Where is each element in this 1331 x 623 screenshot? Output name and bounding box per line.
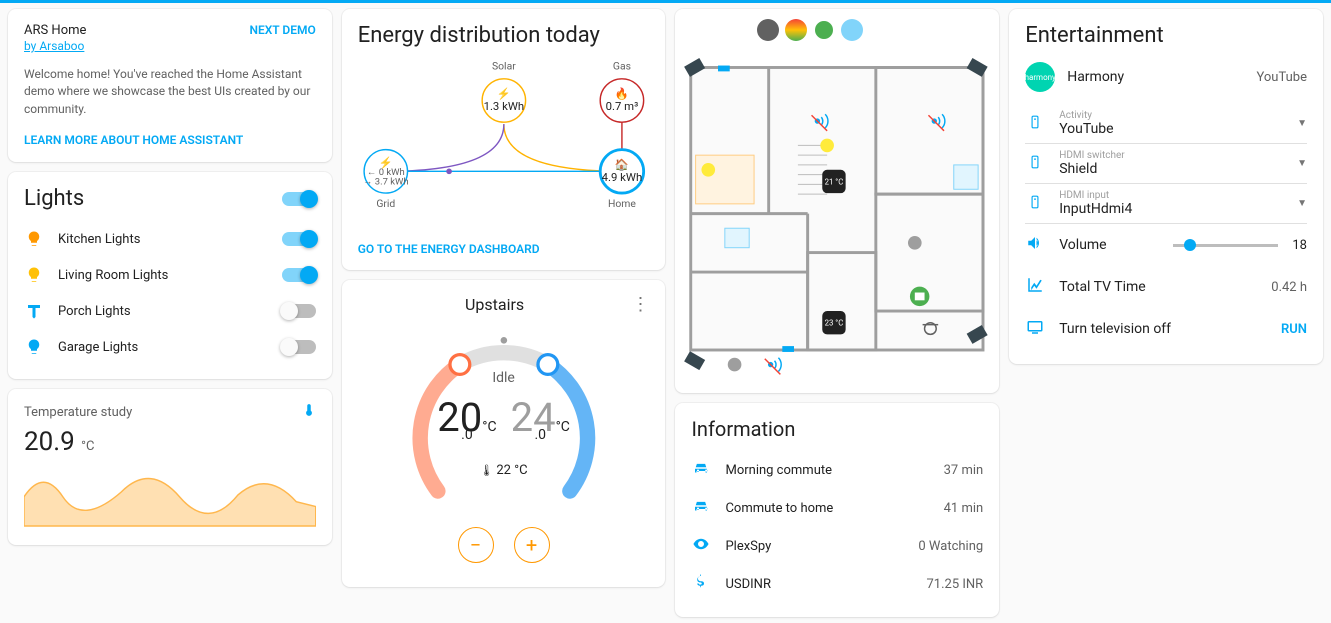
temp-unit: °C xyxy=(81,439,94,454)
volume-icon xyxy=(1025,234,1045,256)
temp-sparkline xyxy=(24,457,316,527)
thermostat-current: 22 °C xyxy=(358,463,650,478)
svg-text:23 °C: 23 °C xyxy=(825,319,844,328)
learn-more-link[interactable]: LEARN MORE ABOUT HOME ASSISTANT xyxy=(24,133,243,147)
thermostat-menu-button[interactable]: ⋮ xyxy=(631,294,649,315)
tv-time-row: Total TV Time 0.42 h xyxy=(1025,266,1307,308)
svg-text:→ 3.7 kWh: → 3.7 kWh xyxy=(363,177,409,188)
info-row: Commute to home 41 min xyxy=(691,489,983,527)
chevron-down-icon: ▼ xyxy=(1297,158,1307,169)
harmony-row[interactable]: harmony Harmony YouTube xyxy=(1025,62,1307,92)
select-activity[interactable]: Activity YouTube ▼ xyxy=(1025,104,1307,144)
light-row-porch: Porch Lights xyxy=(24,293,316,329)
eye-icon xyxy=(691,535,711,557)
lights-card: Lights Kitchen Lights Living Room Lights xyxy=(8,172,332,379)
energy-title: Energy distribution today xyxy=(358,23,650,48)
information-card: Information Morning commute 37 min Commu… xyxy=(675,403,999,617)
bulb-icon[interactable] xyxy=(24,301,44,321)
chevron-down-icon: ▼ xyxy=(1297,198,1307,209)
demo-author-link[interactable]: by Arsaboo xyxy=(24,39,84,53)
lights-master-toggle[interactable] xyxy=(282,192,316,206)
next-demo-button[interactable]: NEXT DEMO xyxy=(249,23,315,37)
lights-title: Lights xyxy=(24,186,84,211)
svg-text:Grid: Grid xyxy=(376,197,395,210)
thermostat-status: Idle xyxy=(358,370,650,386)
fp-nav-icon[interactable] xyxy=(757,19,779,41)
energy-dashboard-link[interactable]: GO TO THE ENERGY DASHBOARD xyxy=(358,242,650,256)
thermostat-card: Upstairs ⋮ Idle 20°C.0 24°C.0 xyxy=(342,280,666,587)
run-button[interactable]: RUN xyxy=(1281,322,1307,337)
temp-label: Temperature study xyxy=(24,405,132,420)
car-icon xyxy=(691,459,711,481)
svg-text:Home: Home xyxy=(608,197,636,210)
tv-off-row: Turn television off RUN xyxy=(1025,308,1307,350)
thermometer-icon xyxy=(302,403,316,421)
chevron-down-icon: ▼ xyxy=(1297,118,1307,129)
remote-icon xyxy=(1025,113,1045,135)
bulb-icon[interactable] xyxy=(24,265,44,285)
energy-card: Energy distribution today ⚡ 1.3 kWh Sola… xyxy=(342,9,666,270)
temperature-card[interactable]: Temperature study 20.9 °C xyxy=(8,389,332,545)
chart-icon xyxy=(1025,276,1045,298)
volume-row: Volume 18 xyxy=(1025,224,1307,266)
dollar-icon xyxy=(691,573,711,595)
info-title: Information xyxy=(691,417,983,441)
light-label: Porch Lights xyxy=(58,304,268,319)
select-hdmi-input[interactable]: HDMI input InputHdmi4 ▼ xyxy=(1025,184,1307,224)
info-row: PlexSpy 0 Watching xyxy=(691,527,983,565)
fp-nav-icon[interactable] xyxy=(785,19,807,41)
light-row-garage: Garage Lights xyxy=(24,329,316,365)
light-label: Garage Lights xyxy=(58,340,268,355)
entertainment-title: Entertainment xyxy=(1025,23,1307,48)
entertainment-card: Entertainment harmony Harmony YouTube Ac… xyxy=(1009,9,1323,364)
light-label: Living Room Lights xyxy=(58,268,268,283)
light-toggle[interactable] xyxy=(282,304,316,318)
light-row-livingroom: Living Room Lights xyxy=(24,257,316,293)
remote-icon xyxy=(1025,153,1045,175)
bulb-icon[interactable] xyxy=(24,337,44,357)
harmony-icon: harmony xyxy=(1025,62,1055,92)
tv-icon xyxy=(1025,318,1045,340)
select-hdmi-switcher[interactable]: HDMI switcher Shield ▼ xyxy=(1025,144,1307,184)
floorplan-card: 21 °C 23 °C xyxy=(675,9,999,393)
svg-text:0.7 m³: 0.7 m³ xyxy=(605,99,638,113)
energy-diagram: ⚡ 1.3 kWh Solar 🔥 0.7 m³ Gas ⚡ ← 0 kWh →… xyxy=(358,58,650,228)
light-row-kitchen: Kitchen Lights xyxy=(24,221,316,257)
info-row: Morning commute 37 min xyxy=(691,451,983,489)
car-icon xyxy=(691,497,711,519)
svg-text:21 °C: 21 °C xyxy=(825,177,844,186)
fp-nav-icon[interactable] xyxy=(841,19,863,41)
thermostat-name: Upstairs xyxy=(358,295,632,314)
fp-nav-icon[interactable] xyxy=(813,19,835,41)
floorplan-svg[interactable]: 21 °C 23 °C xyxy=(681,15,993,383)
volume-slider[interactable] xyxy=(1173,244,1278,247)
temp-value: 20.9 xyxy=(24,427,75,457)
svg-text:4.9 kWh: 4.9 kWh xyxy=(601,170,642,184)
light-label: Kitchen Lights xyxy=(58,232,268,247)
light-toggle[interactable] xyxy=(282,232,316,246)
svg-text:Gas: Gas xyxy=(613,59,631,72)
demo-title: ARS Home xyxy=(24,23,86,38)
welcome-description: Welcome home! You've reached the Home As… xyxy=(24,66,316,118)
welcome-card: ARS Home by Arsaboo NEXT DEMO Welcome ho… xyxy=(8,9,332,162)
svg-text:1.3 kWh: 1.3 kWh xyxy=(483,99,524,113)
svg-text:Solar: Solar xyxy=(492,59,516,72)
light-toggle[interactable] xyxy=(282,340,316,354)
bulb-icon[interactable] xyxy=(24,229,44,249)
remote-icon xyxy=(1025,193,1045,215)
light-toggle[interactable] xyxy=(282,268,316,282)
info-row: USDINR 71.25 INR xyxy=(691,565,983,603)
